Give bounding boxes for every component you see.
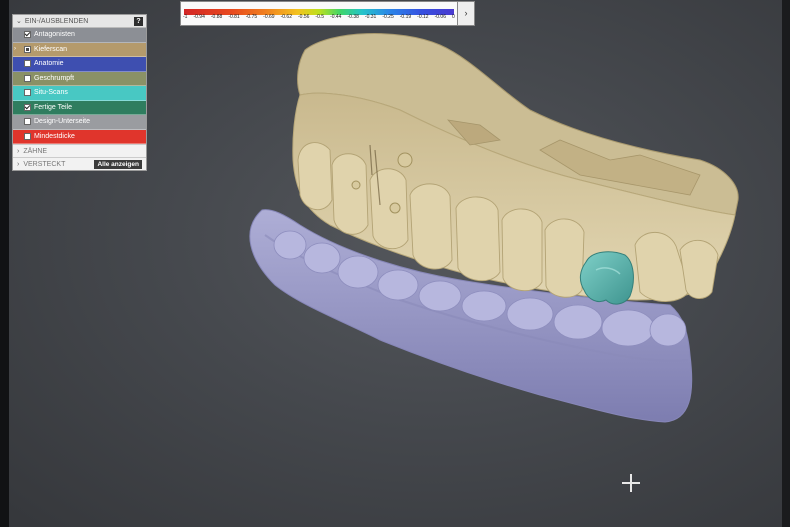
expand-chevron-icon[interactable]: › [14, 46, 16, 52]
help-button[interactable]: ? [134, 16, 143, 26]
layer-checkbox[interactable] [24, 74, 31, 82]
scale-tick-label: -0.81 [228, 14, 240, 20]
scale-tick-label: 0 [452, 14, 455, 20]
layer-row[interactable]: Anatomie [13, 57, 146, 72]
layer-row[interactable]: › Kieferscan [13, 42, 146, 57]
layer-row[interactable]: Geschrumpft [13, 71, 146, 86]
layer-label: Fertige Teile [34, 103, 73, 111]
crosshair-cursor-icon [622, 474, 640, 492]
layer-visibility-panel: ⌄ EIN-/AUSBLENDEN ? Antagonisten › Kiefers… [12, 14, 147, 171]
layer-checkbox[interactable] [24, 103, 31, 111]
layer-label: Kieferscan [34, 45, 68, 53]
layer-checkbox[interactable] [24, 132, 31, 140]
scale-tick-label: -0.88 [210, 14, 223, 20]
scale-tick-label: -0.5 [315, 14, 325, 20]
section-hidden-label: VERSTECKT [23, 160, 66, 168]
chevron-right-icon: › [17, 160, 20, 168]
chevron-right-icon: › [464, 8, 468, 18]
scale-tick-label: -0.38 [347, 14, 359, 20]
scale-tick-label: -0.94 [193, 14, 205, 20]
scale-tick-label: -0.44 [330, 14, 342, 20]
scale-tick-label: -0.12 [417, 14, 429, 20]
layer-list: Antagonisten › Kieferscan Anatomie Geschrump… [13, 28, 146, 144]
layer-row[interactable]: Fertige Teile [13, 100, 146, 115]
layer-checkbox[interactable] [24, 89, 31, 97]
layer-row[interactable]: Design-Unterseite [13, 115, 146, 130]
scale-tick-label: -0.19 [399, 14, 412, 20]
section-teeth[interactable]: › ZÄHNE [13, 144, 146, 157]
scale-tick-label: -0.62 [280, 14, 292, 20]
layer-label: Antagonisten [34, 31, 75, 39]
layer-row[interactable]: Mindestdicke [13, 129, 146, 144]
scale-tick-label: -1 [183, 14, 188, 20]
layer-label: Design-Unterseite [34, 118, 91, 126]
scale-labels: -1 -0.94 -0.88 -0.81 -0.75 -0.69 -0.62 -0.56 -0.… [183, 14, 455, 20]
layer-checkbox[interactable] [24, 118, 31, 126]
scale-tick-label: -0.31 [364, 14, 377, 20]
layer-label: Geschrumpft [34, 74, 75, 82]
show-all-button[interactable]: Alle anzeigen [94, 159, 142, 169]
layer-label: Anatomie [34, 60, 64, 68]
scale-tick-label: -0.06 [434, 14, 446, 20]
crown-restoration[interactable] [579, 251, 634, 305]
scale-tick-label: -0.56 [298, 14, 310, 20]
scale-tick-label: -0.69 [263, 14, 275, 20]
section-hidden[interactable]: › VERSTECKT Alle anzeigen [13, 157, 146, 170]
layer-label: Mindestdicke [34, 132, 75, 140]
layer-label: Situ-Scans [34, 89, 68, 97]
chevron-down-icon: ⌄ [16, 18, 22, 25]
deviation-color-scale: -1 -0.94 -0.88 -0.81 -0.75 -0.69 -0.62 -0.56 -0.… [180, 1, 458, 26]
scale-tick-label: -0.25 [382, 14, 394, 20]
layer-checkbox[interactable] [24, 60, 31, 68]
scale-tick-label: -0.75 [245, 14, 258, 20]
panel-title: EIN-/AUSBLENDEN [24, 17, 89, 25]
panel-header[interactable]: ⌄ EIN-/AUSBLENDEN ? [13, 15, 146, 28]
layer-row[interactable]: Situ-Scans [13, 86, 146, 101]
scale-expand-button[interactable]: › [457, 1, 475, 26]
layer-checkbox[interactable] [24, 31, 31, 39]
section-teeth-label: ZÄHNE [23, 147, 48, 155]
layer-row[interactable]: Antagonisten [13, 28, 146, 43]
layer-checkbox[interactable] [24, 45, 31, 53]
chevron-right-icon: › [17, 147, 20, 155]
